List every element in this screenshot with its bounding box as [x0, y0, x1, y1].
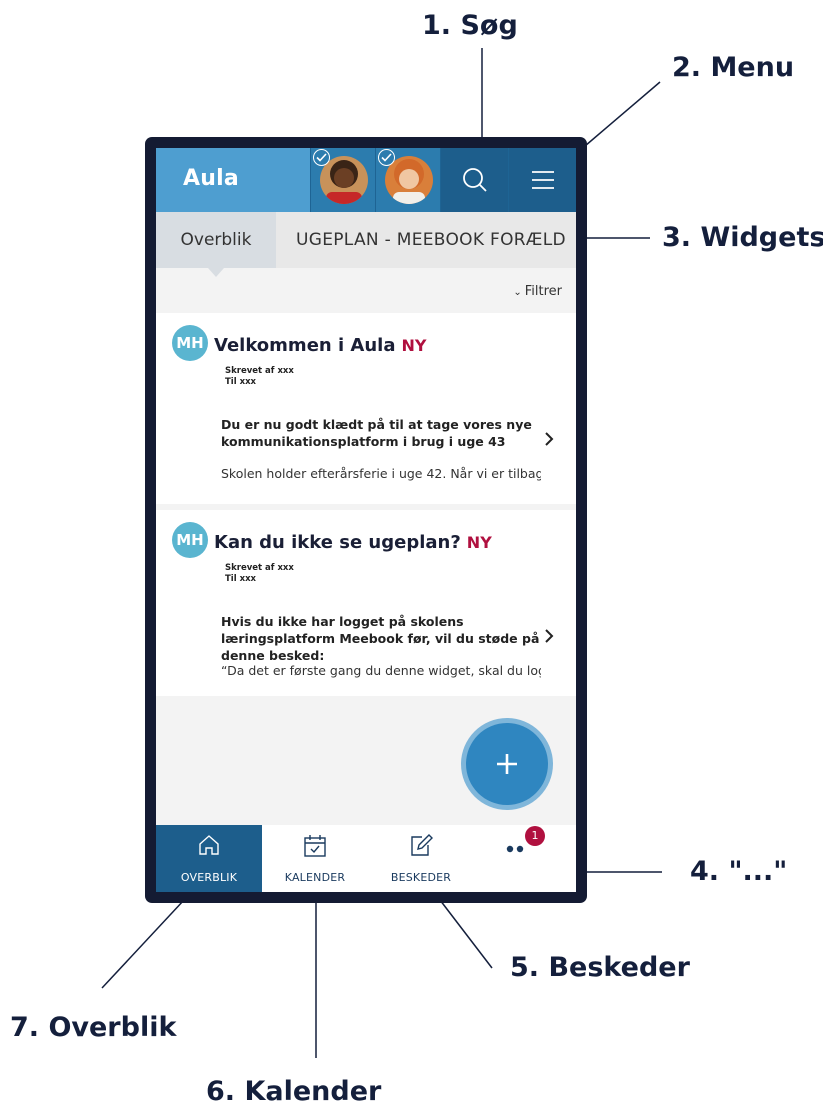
nav-overblik-label: OVERBLIK	[180, 871, 238, 884]
phone-frame: Aula Overblik UGEPLAN - MEEBOOK FORÆLD ⌄…	[145, 137, 587, 903]
more-dots-icon	[506, 845, 524, 853]
callout-messages: 5. Beskeder	[510, 952, 690, 983]
compose-icon	[411, 834, 433, 856]
home-icon	[199, 835, 219, 855]
nav-beskeder-label: BESKEDER	[390, 871, 452, 884]
selected-check-icon	[378, 149, 395, 166]
profile-avatar-2[interactable]	[375, 148, 440, 212]
post-avatar: MH	[172, 325, 208, 361]
new-post-fab-button[interactable]	[466, 723, 548, 805]
menu-button[interactable]	[508, 148, 576, 212]
new-badge: NY	[466, 533, 492, 552]
calendar-icon	[304, 835, 326, 857]
post-card[interactable]: MH Kan du ikke se ugeplan? NY Skrevet af …	[156, 510, 576, 696]
callout-overview: 7. Overblik	[10, 1012, 177, 1043]
callout-menu: 2. Menu	[672, 52, 795, 83]
chevron-down-icon: ⌄	[513, 287, 522, 298]
post-recipient: Til xxx	[225, 377, 257, 387]
tab-ugeplan-meebook[interactable]: UGEPLAN - MEEBOOK FORÆLD	[296, 212, 566, 268]
search-button[interactable]	[440, 148, 508, 212]
post-title: Kan du ikke se ugeplan? NY	[214, 532, 492, 553]
notification-badge: 1	[525, 826, 545, 846]
post-meta: Skrevet af xxx Til xxx	[225, 366, 294, 388]
post-headline: Du er nu godt klædt på til at tage vores…	[221, 417, 532, 449]
filter-label: Filtrer	[524, 284, 562, 299]
filter-button[interactable]: ⌄ Filtrer	[513, 284, 562, 299]
chevron-right-icon[interactable]	[544, 431, 554, 447]
tab-overblik[interactable]: Overblik	[156, 212, 276, 268]
app-header: Aula	[156, 148, 576, 212]
nav-beskeder[interactable]: BESKEDER	[368, 825, 474, 892]
post-headline: Hvis du ikke har logget på skolens lærin…	[221, 614, 540, 663]
new-badge: NY	[401, 336, 427, 355]
callout-widgets: 3. Widgets	[662, 222, 823, 253]
plus-icon	[497, 754, 517, 774]
callout-calendar: 6. Kalender	[206, 1076, 382, 1107]
nav-kalender[interactable]: KALENDER	[262, 825, 368, 892]
post-title-text: Kan du ikke se ugeplan?	[214, 532, 461, 553]
hamburger-menu-icon	[531, 171, 554, 189]
post-meta: Skrevet af xxx Til xxx	[225, 563, 294, 585]
post-card[interactable]: MH Velkommen i Aula NY Skrevet af xxx Til…	[156, 313, 576, 504]
post-author: Skrevet af xxx	[225, 366, 294, 376]
nav-more[interactable]: 1	[474, 825, 576, 892]
chevron-right-icon[interactable]	[544, 628, 554, 644]
nav-kalender-label: KALENDER	[284, 871, 346, 884]
widget-tabs: Overblik UGEPLAN - MEEBOOK FORÆLD	[156, 212, 576, 268]
search-icon	[462, 168, 487, 192]
callout-more: 4. "..."	[690, 856, 788, 887]
post-recipient: Til xxx	[225, 574, 257, 584]
profile-avatar-1[interactable]	[310, 148, 375, 212]
post-avatar: MH	[172, 522, 208, 558]
nav-overblik[interactable]: OVERBLIK	[156, 825, 262, 892]
post-title-text: Velkommen i Aula	[214, 335, 396, 356]
bottom-navigation: OVERBLIK KALENDER BESKEDER 1	[156, 825, 576, 892]
post-preview: “Da det er første gang du denne widget, …	[221, 663, 541, 678]
selected-check-icon	[313, 149, 330, 166]
post-author: Skrevet af xxx	[225, 563, 294, 573]
aula-logo: Aula	[183, 166, 239, 191]
app-screen: Aula Overblik UGEPLAN - MEEBOOK FORÆLD ⌄…	[156, 148, 576, 892]
callout-search: 1. Søg	[422, 10, 518, 41]
post-preview: Skolen holder efterårsferie i uge 42. Nå…	[221, 466, 541, 481]
active-tab-pointer	[208, 268, 224, 277]
post-title: Velkommen i Aula NY	[214, 335, 426, 356]
